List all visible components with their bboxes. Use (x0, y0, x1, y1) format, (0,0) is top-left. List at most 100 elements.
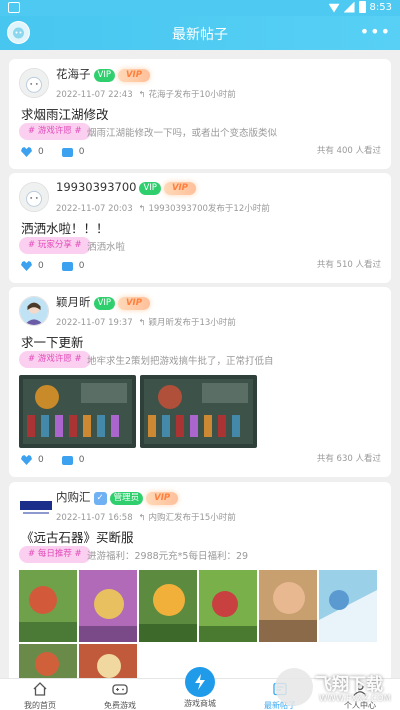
nav-item-free-games[interactable]: 免费游戏 (80, 681, 160, 710)
reply-arrow-icon: ↰ (138, 204, 149, 214)
status-bar: 8:53 (0, 0, 400, 16)
post-card[interactable]: 内购汇 ✓ 管理员 VIP 2022-11-07 16:58 ↰ 内购汇发布于15小时前… (9, 482, 391, 678)
post-card[interactable]: 花海子 VIP VIP 2022-11-07 22:43 ↰ 花海子发布于10小时前 … (9, 59, 391, 169)
reply-arrow-icon: ↰ (138, 90, 149, 100)
post-date: 2022-11-07 16:58 (56, 513, 133, 523)
like-count: 0 (38, 455, 44, 465)
post-published-text: 内购汇发布于15小时前 (148, 513, 236, 523)
post-image[interactable] (199, 570, 257, 642)
post-date: 2022-11-07 19:37 (56, 318, 133, 328)
post-image[interactable] (319, 570, 377, 642)
post-title[interactable]: 洒洒水啦！！！ (21, 218, 109, 237)
author-name-text: 19930393700 (56, 180, 137, 194)
vip-badge: VIP (139, 182, 161, 195)
wifi-icon (328, 3, 340, 13)
vip-badge: VIP (93, 297, 115, 310)
author-avatar[interactable] (19, 68, 49, 98)
vip-level-badge: VIP (117, 69, 150, 82)
view-count: 共有 400 人看过 (316, 146, 381, 156)
post-actions: 0 0 (21, 147, 102, 157)
post-image[interactable] (19, 644, 77, 678)
post-published-text: 颖月昕发布于13小时前 (148, 318, 236, 328)
post-image[interactable] (19, 375, 136, 448)
author-avatar[interactable] (19, 182, 49, 212)
app-header: 最新帖子 ••• (0, 16, 400, 50)
topic-tag[interactable]: # 每日推荐 # (19, 546, 91, 563)
topic-tag[interactable]: # 游戏许愿 # (19, 123, 91, 140)
post-meta: 2022-11-07 22:43 ↰ 花海子发布于10小时前 (56, 88, 236, 100)
post-date: 2022-11-07 22:43 (56, 90, 133, 100)
post-image[interactable] (259, 570, 317, 642)
comment-count: 0 (78, 455, 85, 465)
post-excerpt: 进游福利：2988元充*5每日福利：29 (87, 551, 249, 562)
more-dots-icon[interactable]: ••• (360, 22, 391, 41)
post-published-text: 19930393700发布于12小时前 (148, 204, 270, 214)
comment-count: 0 (78, 261, 85, 271)
like-icon[interactable] (21, 261, 32, 271)
post-image[interactable] (139, 570, 197, 642)
post-meta: 2022-11-07 20:03 ↰ 19930393700发布于12小时前 (56, 202, 270, 214)
nav-item-latest-posts[interactable]: 最新帖子 (240, 681, 320, 710)
post-actions: 0 0 (21, 261, 102, 271)
bottom-nav: 我的首页 免费游戏 游戏商城 最新帖子 个人中心 (0, 667, 400, 710)
post-image[interactable] (19, 570, 77, 642)
reply-arrow-icon: ↰ (138, 513, 149, 523)
like-count: 0 (38, 147, 44, 157)
like-icon[interactable] (21, 147, 32, 157)
vip-level-badge: VIP (146, 492, 179, 505)
post-images (19, 375, 257, 448)
like-icon[interactable] (21, 455, 32, 465)
comment-icon[interactable] (61, 455, 73, 465)
post-excerpt: 地牢求生2策划把游戏搞牛批了，正常打低自 (87, 356, 274, 367)
comment-count: 0 (78, 147, 85, 157)
like-count: 0 (38, 261, 44, 271)
user-icon (353, 682, 367, 696)
status-icons: 8:53 (328, 1, 392, 13)
author-name[interactable]: 颖月昕 VIP VIP (56, 294, 150, 310)
page-title: 最新帖子 (172, 27, 228, 43)
vip-level-badge: VIP (117, 297, 150, 310)
posts-icon (273, 682, 287, 696)
vip-level-badge: VIP (163, 182, 196, 195)
reply-arrow-icon: ↰ (138, 318, 149, 328)
post-images (19, 570, 381, 678)
author-name[interactable]: 花海子 VIP VIP (56, 66, 150, 82)
post-image[interactable] (79, 570, 137, 642)
author-name-text: 颖月昕 (56, 295, 91, 309)
post-meta: 2022-11-07 16:58 ↰ 内购汇发布于15小时前 (56, 511, 236, 523)
signal-icon (343, 1, 355, 13)
post-published-text: 花海子发布于10小时前 (148, 90, 236, 100)
post-title[interactable]: 求一下更新 (21, 332, 84, 351)
nav-label: 我的首页 (24, 701, 56, 710)
nav-label: 最新帖子 (264, 701, 296, 710)
nav-label: 个人中心 (344, 701, 376, 710)
author-avatar[interactable] (19, 296, 49, 326)
comment-icon[interactable] (61, 147, 73, 157)
view-count: 共有 510 人看过 (316, 260, 381, 270)
status-time: 8:53 (369, 1, 392, 13)
author-avatar[interactable] (19, 491, 53, 521)
comment-icon[interactable] (61, 261, 73, 271)
nav-label: 免费游戏 (104, 701, 136, 710)
nav-item-profile[interactable]: 个人中心 (320, 681, 400, 710)
nbc-logo (19, 491, 53, 521)
author-name[interactable]: 19930393700 VIP VIP (56, 180, 196, 195)
post-image[interactable] (140, 375, 257, 448)
lightning-icon[interactable] (185, 667, 215, 697)
post-card[interactable]: 颖月昕 VIP VIP 2022-11-07 19:37 ↰ 颖月昕发布于13小时前 … (9, 287, 391, 477)
nav-item-home[interactable]: 我的首页 (0, 681, 80, 710)
author-name[interactable]: 内购汇 ✓ 管理员 VIP (56, 489, 179, 505)
post-image[interactable] (79, 644, 137, 678)
post-title[interactable]: 求烟雨江湖修改 (21, 104, 109, 123)
topic-tag[interactable]: # 游戏许愿 # (19, 351, 91, 368)
post-title[interactable]: 《远古石器》买断服 (21, 527, 134, 546)
post-card[interactable]: 19930393700 VIP VIP 2022-11-07 20:03 ↰ 1993… (9, 173, 391, 283)
app-notification-icon (8, 2, 20, 13)
home-icon (33, 682, 47, 696)
author-name-text: 花海子 (56, 67, 91, 81)
post-excerpt: 洒洒水啦 (87, 242, 126, 253)
admin-badge: 管理员 (109, 492, 144, 505)
post-excerpt: 烟雨江湖能修改一下吗，或者出个变态版类似 (87, 128, 278, 139)
topic-tag[interactable]: # 玩家分享 # (19, 237, 91, 254)
post-feed[interactable]: 花海子 VIP VIP 2022-11-07 22:43 ↰ 花海子发布于10小时前 … (0, 50, 400, 678)
